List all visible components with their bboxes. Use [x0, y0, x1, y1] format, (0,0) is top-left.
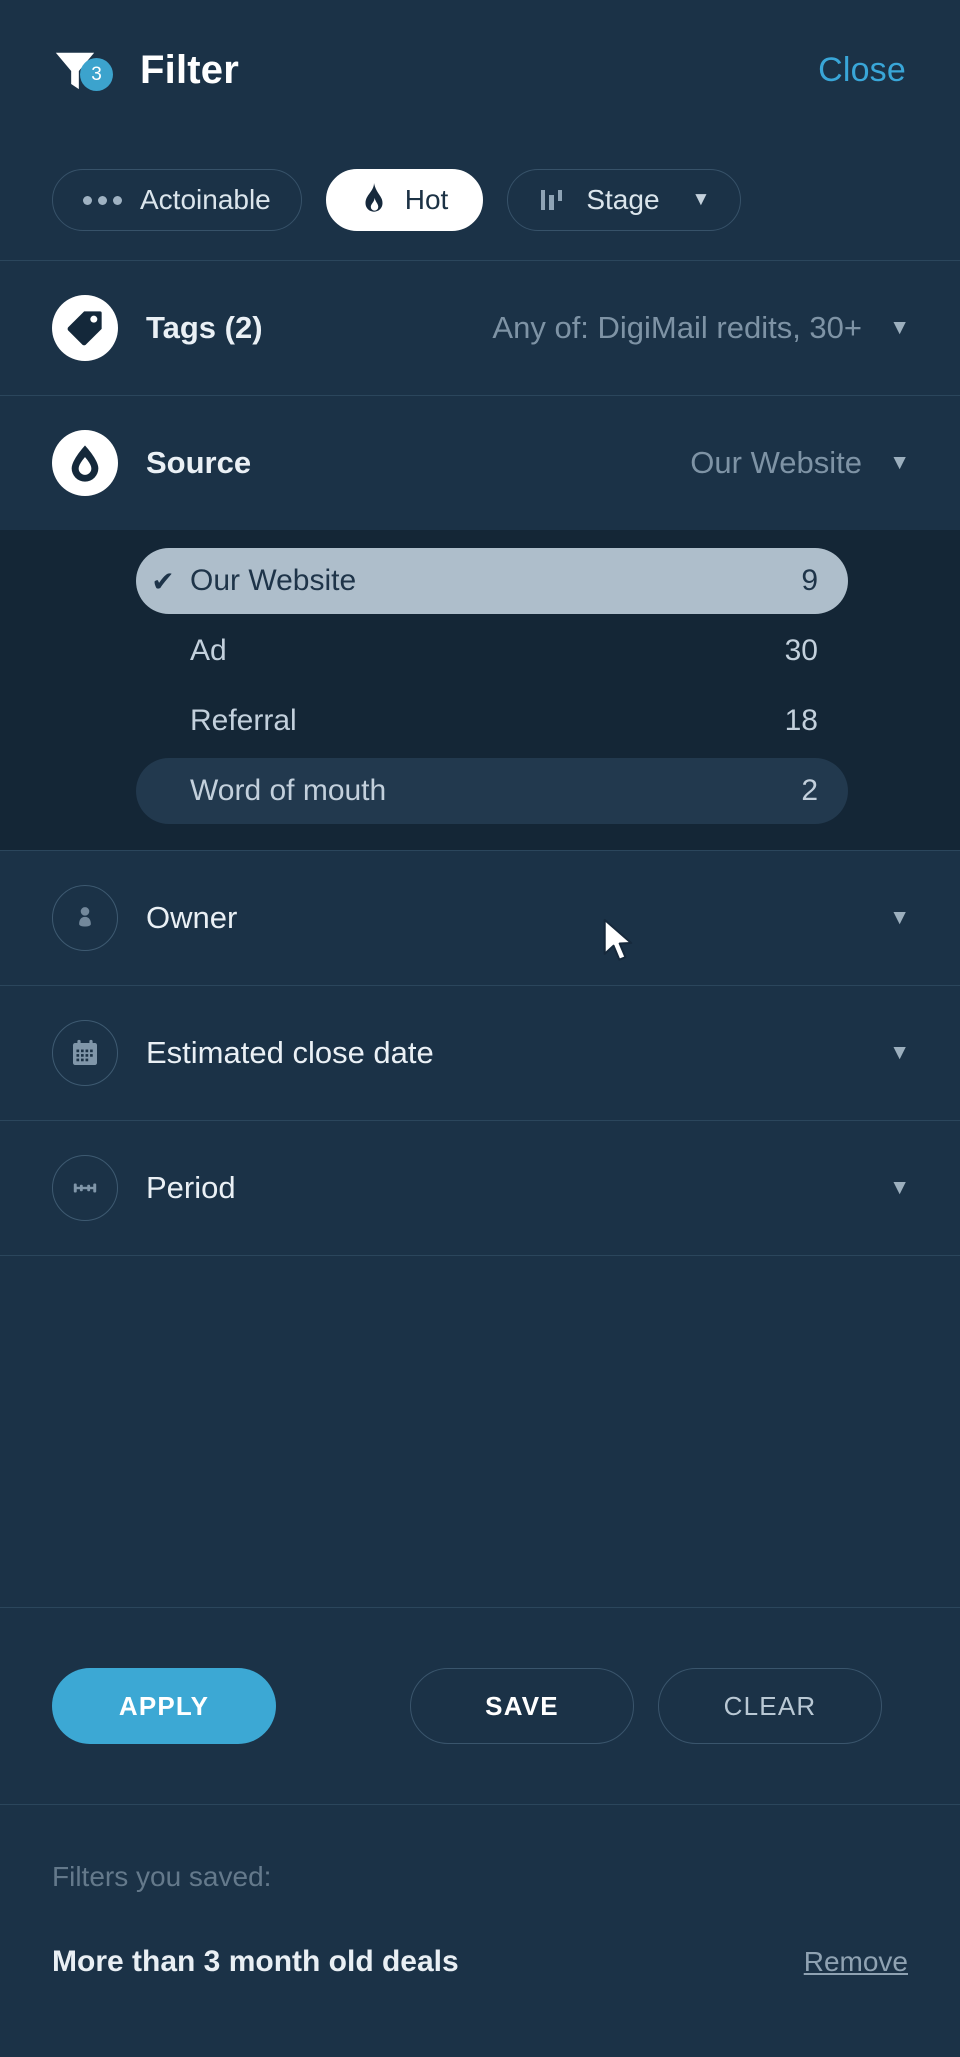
filter-row-source-label: Source [146, 445, 252, 480]
filter-row-period[interactable]: Period ▼ [0, 1121, 960, 1255]
filter-row-tags[interactable]: Tags (2) Any of: DigiMail redits, 30+ ▼ [0, 261, 960, 395]
filter-count-badge: 3 [80, 58, 113, 91]
option-count: 2 [801, 774, 818, 807]
chevron-down-icon: ▼ [691, 189, 711, 210]
chevron-down-icon: ▼ [889, 316, 910, 339]
chevron-down-icon: ▼ [889, 1041, 910, 1064]
source-option-our-website[interactable]: ✔ Our Website 9 [136, 548, 848, 614]
option-count: 30 [784, 634, 818, 667]
tag-icon [52, 295, 118, 361]
stage-bars-icon [538, 185, 568, 215]
filter-row-period-label: Period [146, 1170, 236, 1205]
chip-hot[interactable]: Hot [325, 169, 484, 231]
check-icon: ✔ [151, 565, 175, 597]
source-options-dropdown: ✔ Our Website 9 Ad 30 Referral 18 Word o… [0, 530, 960, 850]
filter-actions: APPLY SAVE CLEAR [0, 1608, 960, 1804]
chip-actionable[interactable]: Actoinable [52, 169, 302, 231]
filter-icon-group: 3 [52, 42, 114, 98]
filter-row-estimated-close-date[interactable]: Estimated close date ▼ [0, 986, 960, 1120]
filter-row-tags-label: Tags (2) [146, 310, 263, 345]
option-count: 18 [784, 704, 818, 737]
filter-header: 3 Filter Close [0, 0, 960, 140]
option-label: Ad [190, 634, 227, 667]
filter-row-owner-label: Owner [146, 900, 238, 935]
chip-hot-label: Hot [404, 184, 449, 215]
close-button[interactable]: Close [818, 51, 906, 90]
saved-filter-name: More than 3 month old deals [52, 1945, 459, 1978]
chip-stage-label: Stage [586, 184, 660, 215]
chip-actionable-label: Actoinable [140, 184, 271, 215]
chevron-down-icon: ▼ [889, 906, 910, 929]
option-label: Referral [190, 704, 297, 737]
filter-row-source[interactable]: Source Our Website ▼ [0, 396, 960, 530]
filter-panel: 3 Filter Close Actoinable Hot Stage ▼ Ta… [0, 0, 960, 2057]
filter-row-owner[interactable]: Owner ▼ [0, 851, 960, 985]
chevron-down-icon: ▼ [889, 451, 910, 474]
chip-stage[interactable]: Stage ▼ [507, 169, 742, 231]
option-label: Our Website [190, 564, 357, 597]
filter-row-estimated-close-date-label: Estimated close date [146, 1035, 434, 1070]
range-icon [52, 1155, 118, 1221]
page-title: Filter [140, 47, 239, 92]
save-button[interactable]: SAVE [410, 1668, 634, 1744]
chevron-down-icon: ▼ [889, 1176, 910, 1199]
source-option-ad[interactable]: Ad 30 [136, 618, 848, 684]
option-label: Word of mouth [190, 774, 387, 807]
remove-saved-filter-button[interactable]: Remove [804, 1946, 908, 1978]
source-option-referral[interactable]: Referral 18 [136, 688, 848, 754]
flame-icon [361, 183, 387, 217]
empty-space [0, 1256, 960, 1607]
filter-row-source-value: Our Website [690, 445, 862, 480]
dots-icon [83, 195, 122, 205]
saved-filters-section: Filters you saved: More than 3 month old… [0, 1805, 960, 2057]
apply-button[interactable]: APPLY [52, 1668, 276, 1744]
source-option-word-of-mouth[interactable]: Word of mouth 2 [136, 758, 848, 824]
person-icon [52, 885, 118, 951]
droplet-icon [52, 430, 118, 496]
saved-filters-heading: Filters you saved: [52, 1861, 272, 1892]
filter-row-tags-value: Any of: DigiMail redits, 30+ [492, 310, 862, 345]
option-count: 9 [801, 564, 818, 597]
calendar-icon [52, 1020, 118, 1086]
saved-filter-item[interactable]: More than 3 month old deals Remove [52, 1945, 908, 1979]
clear-button[interactable]: CLEAR [658, 1668, 882, 1744]
quick-filter-chips: Actoinable Hot Stage ▼ [0, 140, 960, 260]
